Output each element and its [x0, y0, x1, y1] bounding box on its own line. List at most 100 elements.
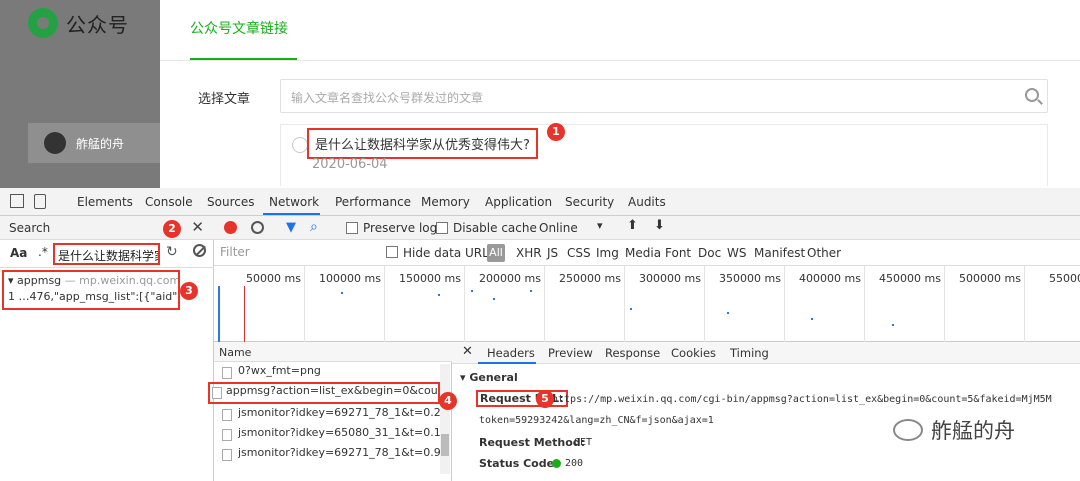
- status-code-value: 200: [565, 458, 584, 469]
- file-icon: [212, 387, 222, 399]
- filter-input[interactable]: Filter: [220, 245, 250, 259]
- timeline-tick: 450000 ms: [879, 272, 941, 285]
- preserve-log-label: Preserve log: [363, 221, 438, 235]
- wechat-page: 公众号 舴艋的舟 公众号文章链接 选择文章 输入文章名查找公众号群发过的文章 是…: [0, 0, 1080, 188]
- request-name: 0?wx_fmt=png: [238, 364, 321, 377]
- tab-performance[interactable]: Performance: [335, 195, 411, 209]
- search-icon[interactable]: ⌕: [310, 219, 318, 235]
- preserve-log-checkbox[interactable]: [346, 222, 358, 234]
- choose-article-label: 选择文章: [198, 92, 251, 107]
- filter-type-img[interactable]: Img: [596, 246, 619, 260]
- request-url-continued: token=59293242&lang=zh_CN&f=json&ajax=1: [479, 415, 714, 426]
- article-title: 是什么让数据科学家从优秀变得伟大?: [307, 128, 538, 159]
- device-toolbar-icon[interactable]: [34, 194, 46, 209]
- timeline-blip: [438, 294, 440, 296]
- tab-cookies[interactable]: Cookies: [671, 346, 716, 360]
- grid-line: [944, 266, 945, 342]
- filter-type-ws[interactable]: WS: [727, 246, 746, 260]
- status-code-label: Status Code:: [479, 457, 559, 470]
- request-url-value: https://mp.weixin.qq.com/cgi-bin/appmsg?…: [552, 394, 1052, 405]
- account-switcher[interactable]: 舴艋的舟: [28, 123, 160, 163]
- request-name: jsmonitor?idkey=65080_31_1&t=0.1321..: [238, 426, 440, 439]
- regex-button[interactable]: .*: [38, 245, 48, 259]
- tab-sources[interactable]: Sources: [207, 195, 254, 209]
- disable-cache-label: Disable cache: [453, 221, 537, 235]
- file-icon: [222, 449, 232, 461]
- scrollbar-thumb[interactable]: [441, 434, 449, 456]
- account-name: 舴艋的舟: [76, 136, 125, 151]
- inspect-element-icon[interactable]: [10, 194, 24, 208]
- filter-type-media[interactable]: Media: [625, 246, 661, 260]
- result-line[interactable]: 1 …476,"app_msg_list":[{"aid":"2654...: [8, 290, 178, 303]
- result-host: — mp.weixin.qq.com/cgi-bin…: [64, 274, 180, 287]
- search-result[interactable]: ▾ appmsg — mp.weixin.qq.com/cgi-bin… 1 ……: [2, 270, 180, 310]
- refresh-icon[interactable]: ↻: [166, 244, 178, 260]
- general-section-toggle[interactable]: ▾ General: [460, 371, 518, 384]
- request-row-selected[interactable]: appmsg?action=list_ex&begin=0&count: [208, 382, 440, 404]
- name-column-header[interactable]: Name: [219, 346, 251, 359]
- tab-response[interactable]: Response: [605, 346, 660, 360]
- filter-type-other[interactable]: Other: [807, 246, 841, 260]
- network-timeline[interactable]: 50000 ms 100000 ms 150000 ms 200000 ms 2…: [214, 266, 1080, 342]
- request-row[interactable]: jsmonitor?idkey=65080_31_1&t=0.1321..: [220, 426, 440, 444]
- tab-application[interactable]: Application: [485, 195, 552, 209]
- request-method-value: GET: [574, 437, 593, 448]
- article-date: 2020-06-04: [312, 157, 388, 172]
- filter-type-manifest[interactable]: Manifest: [754, 246, 805, 260]
- request-row[interactable]: jsmonitor?idkey=69271_78_1&t=0.2156..: [220, 406, 440, 424]
- tab-underline: [190, 58, 297, 60]
- tab-audits[interactable]: Audits: [628, 195, 666, 209]
- filter-icon[interactable]: ▼: [286, 220, 296, 235]
- filter-bar: Filter Hide data URLs All XHR JS CSS Img…: [214, 240, 1080, 266]
- grid-line: [624, 266, 625, 342]
- tab-preview[interactable]: Preview: [548, 346, 593, 360]
- record-icon[interactable]: [224, 221, 237, 234]
- filter-type-css[interactable]: CSS: [567, 246, 591, 260]
- image-file-icon: [222, 367, 232, 379]
- list-header: Name: [214, 342, 452, 362]
- match-case-button[interactable]: Aa: [10, 246, 27, 260]
- network-toolbar: ▼ ⌕ Preserve log Disable cache Online ▾ …: [214, 216, 1080, 240]
- search-icon[interactable]: [1025, 88, 1039, 102]
- clear-log-icon[interactable]: [251, 221, 264, 234]
- search-input[interactable]: 是什么让数据科学家: [53, 243, 160, 265]
- filter-type-xhr[interactable]: XHR: [516, 246, 542, 260]
- scrollbar[interactable]: [440, 364, 450, 474]
- close-icon[interactable]: ✕: [191, 218, 204, 236]
- clear-icon[interactable]: [193, 244, 206, 257]
- tab-security[interactable]: Security: [565, 195, 614, 209]
- tab-timing[interactable]: Timing: [730, 346, 769, 360]
- tab-article-link[interactable]: 公众号文章链接: [190, 18, 288, 38]
- export-icon[interactable]: ⬇: [654, 218, 665, 233]
- import-icon[interactable]: ⬆: [627, 218, 638, 233]
- active-tab-indicator: [478, 362, 536, 364]
- article-option[interactable]: 是什么让数据科学家从优秀变得伟大? 2020-06-04: [280, 124, 1048, 186]
- filter-type-js[interactable]: JS: [547, 246, 558, 260]
- request-row[interactable]: 0?wx_fmt=png: [220, 364, 440, 382]
- status-ok-icon: [552, 459, 561, 468]
- tab-headers[interactable]: Headers: [487, 346, 535, 360]
- tab-elements[interactable]: Elements: [77, 195, 133, 209]
- grid-line: [1024, 266, 1025, 342]
- timeline-tick: 200000 ms: [479, 272, 541, 285]
- hide-data-urls-checkbox[interactable]: [386, 246, 398, 258]
- tab-console[interactable]: Console: [145, 195, 193, 209]
- request-row[interactable]: jsmonitor?idkey=69271_78_1&t=0.9703..: [220, 446, 440, 464]
- article-search-input[interactable]: 输入文章名查找公众号群发过的文章: [280, 79, 1048, 113]
- disable-cache-checkbox[interactable]: [436, 222, 448, 234]
- tab-network[interactable]: Network: [269, 195, 319, 209]
- timeline-blip: [727, 312, 729, 314]
- search-pane: Search ✕ Aa .* 是什么让数据科学家 ↻ ▾ appmsg — mp…: [0, 216, 214, 481]
- filter-type-doc[interactable]: Doc: [698, 246, 721, 260]
- active-tab-indicator: [263, 213, 320, 215]
- filter-type-font[interactable]: Font: [665, 246, 691, 260]
- close-icon[interactable]: ✕: [462, 344, 473, 359]
- tab-memory[interactable]: Memory: [421, 195, 470, 209]
- chevron-down-icon[interactable]: ▾: [597, 219, 603, 232]
- article-radio[interactable]: [292, 137, 308, 153]
- filter-type-all[interactable]: All: [487, 244, 505, 262]
- request-method-label: Request Method:: [479, 436, 586, 449]
- timeline-blip: [892, 324, 894, 326]
- search-pane-title: Search: [9, 221, 51, 235]
- throttling-select[interactable]: Online: [539, 221, 578, 235]
